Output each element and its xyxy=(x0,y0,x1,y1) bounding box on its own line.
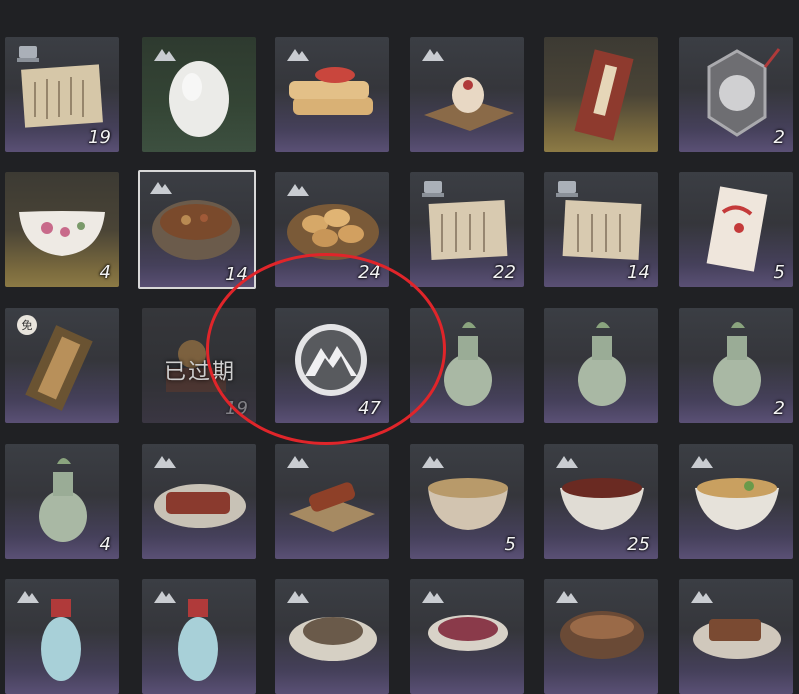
inventory-grid: 51 51 47 47 12 3 19 2 4 14 24 xyxy=(0,0,799,694)
wine-jar-icon xyxy=(578,322,626,406)
medicine-bottle-icon xyxy=(41,599,81,681)
inventory-slot[interactable]: 2 xyxy=(679,308,793,423)
item-count: 5 xyxy=(504,534,516,555)
inventory-slot[interactable] xyxy=(544,308,658,423)
inventory-slot[interactable] xyxy=(275,579,389,694)
inventory-slot[interactable] xyxy=(5,579,119,694)
inventory-slot[interactable]: 22 xyxy=(410,172,524,287)
inventory-slot[interactable]: 19 xyxy=(5,37,119,152)
item-count: 5 xyxy=(773,262,785,283)
item-count: 2 xyxy=(773,127,785,148)
inventory-slot[interactable]: 免 xyxy=(5,308,119,423)
inventory-slot-selected[interactable]: 14 xyxy=(138,170,256,289)
inventory-slot[interactable] xyxy=(275,444,389,559)
egg-icon xyxy=(169,61,229,137)
highlight-circle xyxy=(206,253,446,445)
item-count: 4 xyxy=(99,262,111,283)
item-count: 4 xyxy=(99,534,111,555)
stew-pot-icon xyxy=(560,611,644,659)
inventory-slot[interactable] xyxy=(275,37,389,152)
item-count: 14 xyxy=(627,262,650,283)
inventory-slot[interactable] xyxy=(679,579,793,694)
item-count: 22 xyxy=(493,262,516,283)
red-booklet-icon xyxy=(574,49,634,141)
mixed-dish-bowl-icon xyxy=(428,615,508,651)
inventory-slot[interactable] xyxy=(544,579,658,694)
inventory-slot[interactable]: 4 xyxy=(5,172,119,287)
item-count: 2 xyxy=(773,398,785,419)
inventory-slot[interactable] xyxy=(142,444,256,559)
dessert-plate-icon xyxy=(424,77,514,131)
item-count: 19 xyxy=(88,127,111,148)
braised-pork-icon xyxy=(693,619,781,659)
noodle-soup-bowl-icon xyxy=(695,478,779,530)
grilled-meat-icon xyxy=(289,482,375,532)
inventory-slot[interactable]: 25 xyxy=(544,444,658,559)
inventory-slot[interactable] xyxy=(410,579,524,694)
flatbread-icon xyxy=(289,67,373,115)
inventory-slot[interactable] xyxy=(142,37,256,152)
inventory-slot[interactable] xyxy=(142,579,256,694)
inventory-slot[interactable] xyxy=(679,444,793,559)
inventory-slot[interactable] xyxy=(410,37,524,152)
inventory-slot[interactable] xyxy=(544,37,658,152)
scroll-plaque-icon xyxy=(25,325,93,411)
inventory-slot[interactable]: 5 xyxy=(679,172,793,287)
sliced-meat-plate-icon xyxy=(154,484,246,528)
inventory-slot[interactable]: 2 xyxy=(679,37,793,152)
inventory-slot[interactable]: 14 xyxy=(544,172,658,287)
inventory-slot[interactable]: 5 xyxy=(410,444,524,559)
stir-fry-plate-icon xyxy=(289,617,377,661)
medicine-bottle-icon xyxy=(178,599,218,681)
item-count: 25 xyxy=(627,534,650,555)
inventory-slot[interactable]: 4 xyxy=(5,444,119,559)
